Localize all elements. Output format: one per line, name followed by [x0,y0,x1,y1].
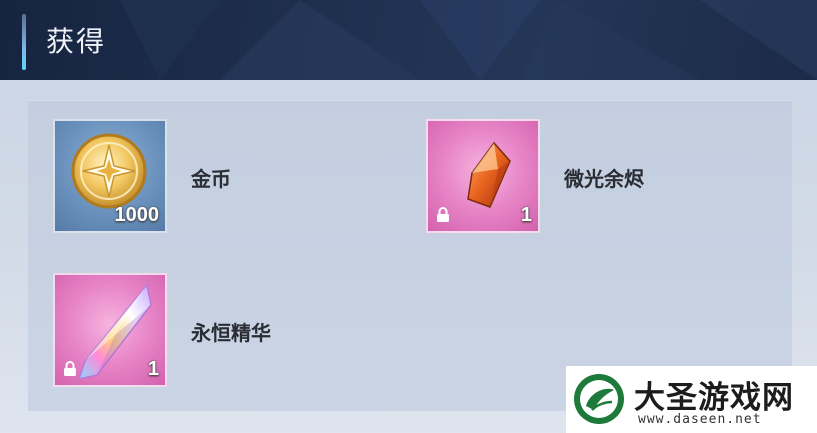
lock-icon [64,361,76,376]
item-frame[interactable]: 1 [53,273,167,387]
item-quantity: 1 [520,204,532,226]
lock-icon [437,207,449,222]
header-accent-bar [22,14,26,70]
item-name: 微光余烬 [564,167,644,191]
item-quantity: 1000 [114,204,160,226]
header-bar: 获得 [0,0,817,80]
site-logo-icon [574,374,624,424]
page-title: 获得 [46,25,107,58]
header-pattern [120,0,817,80]
watermark-title: 大圣游戏网 [634,380,794,416]
item-name: 永恒精华 [191,321,271,345]
site-watermark: 大圣游戏网 www.daseen.net [566,366,817,433]
item-name: 金币 [191,167,231,191]
watermark-url: www.daseen.net [638,412,762,427]
item-frame[interactable]: 1000 [53,119,167,233]
item-frame[interactable]: 1 [426,119,540,233]
item-quantity: 1 [147,358,159,380]
